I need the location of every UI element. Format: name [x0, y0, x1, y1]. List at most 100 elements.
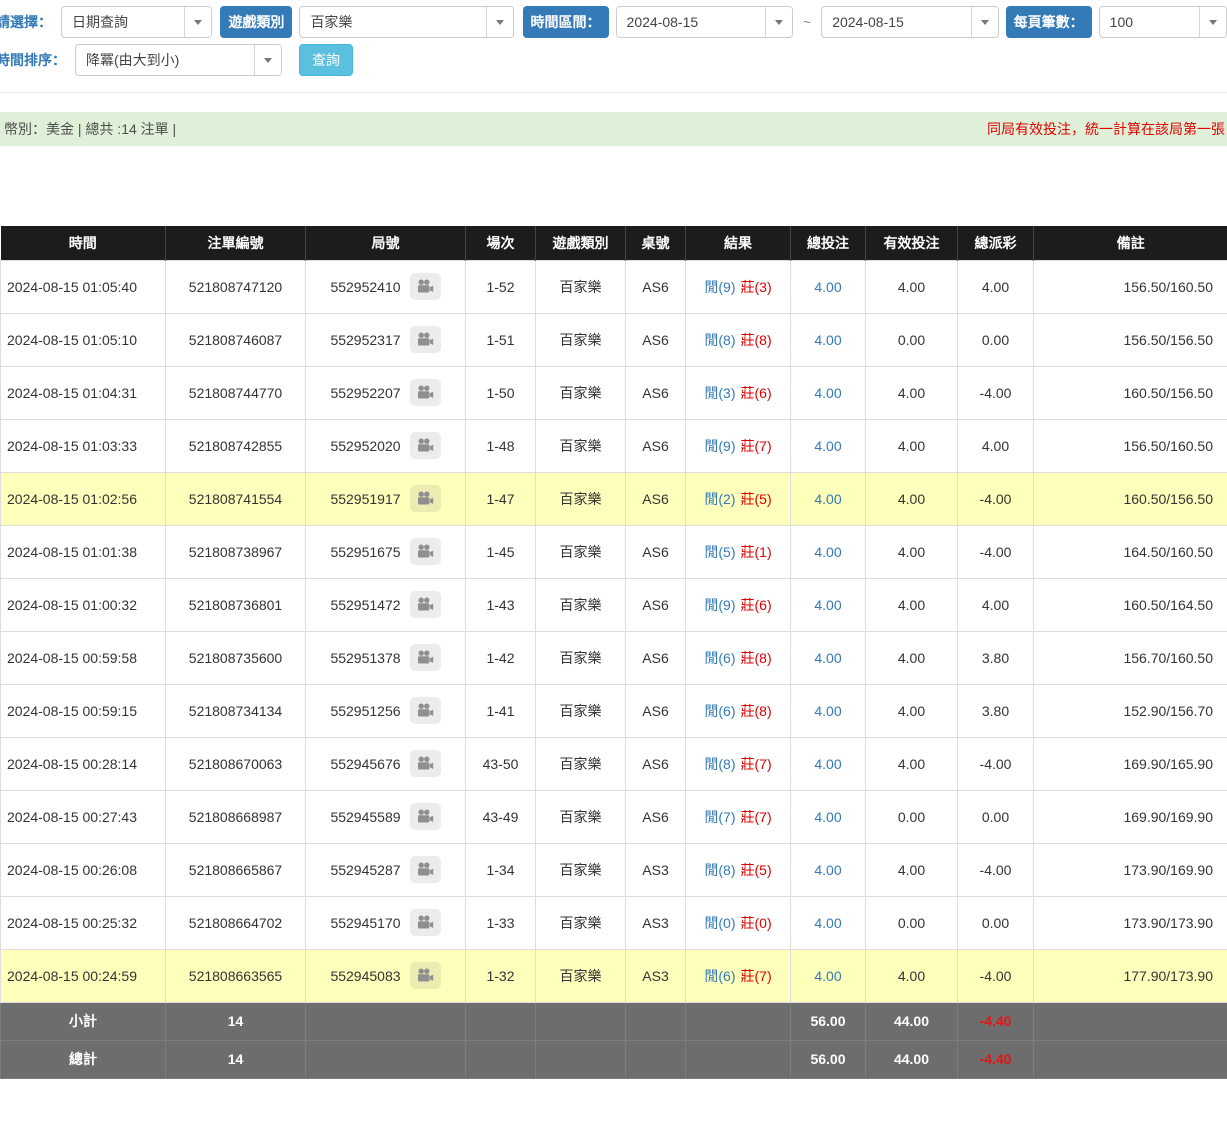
cell-session: 43-50 — [466, 737, 536, 790]
query-type-value: 日期查詢 — [62, 12, 184, 32]
cell-game-type: 百家樂 — [536, 366, 626, 419]
cell-payout: 0.00 — [958, 896, 1034, 949]
cell-total-bet[interactable]: 4.00 — [791, 843, 866, 896]
cell-round: 552945170 — [306, 896, 466, 949]
cell-session: 1-48 — [466, 419, 536, 472]
cell-result: 閒(8)莊(8) — [686, 313, 791, 366]
query-type-select[interactable]: 日期查詢 — [61, 6, 212, 38]
cell-total-bet[interactable]: 4.00 — [791, 684, 866, 737]
replay-video-icon[interactable] — [410, 273, 441, 300]
game-type-label: 遊戲類別 — [220, 6, 292, 38]
replay-video-icon[interactable] — [410, 962, 441, 989]
replay-video-icon[interactable] — [410, 379, 441, 406]
game-type-select[interactable]: 百家樂 — [299, 6, 513, 38]
per-page-select[interactable]: 100 — [1099, 6, 1227, 38]
cell-bet-id: 521808735600 — [166, 631, 306, 684]
cell-total-bet[interactable]: 4.00 — [791, 260, 866, 313]
cell-session: 1-41 — [466, 684, 536, 737]
cell-total-bet[interactable]: 4.00 — [791, 790, 866, 843]
search-button[interactable]: 查詢 — [299, 44, 353, 76]
replay-video-icon[interactable] — [410, 750, 441, 777]
cell-table: AS6 — [626, 313, 686, 366]
result-banker: 莊(8) — [741, 332, 772, 348]
cell-bet-id: 521808665867 — [166, 843, 306, 896]
cell-total-bet[interactable]: 4.00 — [791, 472, 866, 525]
cell-total-bet[interactable]: 4.00 — [791, 313, 866, 366]
result-banker: 莊(8) — [741, 650, 772, 666]
cell-game-type: 百家樂 — [536, 790, 626, 843]
cell-note: 160.50/164.50 — [1034, 578, 1227, 631]
table-row: 2024-08-15 01:02:56 521808741554 5529519… — [1, 472, 1227, 525]
cell-game-type: 百家樂 — [536, 419, 626, 472]
cell-time: 2024-08-15 00:26:08 — [1, 843, 166, 896]
cell-note: 156.50/160.50 — [1034, 260, 1227, 313]
cell-time: 2024-08-15 00:27:43 — [1, 790, 166, 843]
per-page-value: 100 — [1100, 14, 1199, 30]
cell-bet-id: 521808663565 — [166, 949, 306, 1002]
cell-valid-bet: 4.00 — [866, 525, 958, 578]
replay-video-icon[interactable] — [410, 432, 441, 459]
cell-result: 閒(9)莊(6) — [686, 578, 791, 631]
subtotal-row: 小計 14 56.00 44.00 -4.40 — [1, 1002, 1227, 1040]
replay-video-icon[interactable] — [410, 803, 441, 830]
cell-note: 173.90/169.90 — [1034, 843, 1227, 896]
cell-total-bet[interactable]: 4.00 — [791, 578, 866, 631]
table-row: 2024-08-15 00:24:59 521808663565 5529450… — [1, 949, 1227, 1002]
cell-game-type: 百家樂 — [536, 260, 626, 313]
table-row: 2024-08-15 00:59:15 521808734134 5529512… — [1, 684, 1227, 737]
cell-session: 1-42 — [466, 631, 536, 684]
cell-payout: 3.80 — [958, 631, 1034, 684]
chevron-down-icon — [184, 7, 211, 37]
header-note: 備註 — [1034, 226, 1227, 260]
replay-video-icon[interactable] — [410, 591, 441, 618]
table-row: 2024-08-15 01:05:40 521808747120 5529524… — [1, 260, 1227, 313]
cell-total-bet[interactable]: 4.00 — [791, 366, 866, 419]
cell-game-type: 百家樂 — [536, 737, 626, 790]
cell-payout: -4.00 — [958, 949, 1034, 1002]
replay-video-icon[interactable] — [410, 644, 441, 671]
header-table: 桌號 — [626, 226, 686, 260]
cell-total-bet[interactable]: 4.00 — [791, 949, 866, 1002]
cell-round: 552951256 — [306, 684, 466, 737]
round-number: 552945083 — [330, 968, 400, 984]
replay-video-icon[interactable] — [410, 856, 441, 883]
replay-video-icon[interactable] — [410, 326, 441, 353]
cell-table: AS3 — [626, 843, 686, 896]
cell-game-type: 百家樂 — [536, 313, 626, 366]
cell-total-bet[interactable]: 4.00 — [791, 525, 866, 578]
filter-bar: 請選擇： 日期查詢 遊戲類別 百家樂 時間區間： 2024-08-15 ~ 20… — [0, 0, 1227, 93]
replay-video-icon[interactable] — [410, 697, 441, 724]
cell-total-bet[interactable]: 4.00 — [791, 419, 866, 472]
replay-video-icon[interactable] — [410, 909, 441, 936]
date-range-separator: ~ — [800, 14, 814, 30]
sort-order-select[interactable]: 降冪(由大到小) — [75, 44, 282, 76]
header-valid-bet: 有效投注 — [866, 226, 958, 260]
sort-order-value: 降冪(由大到小) — [76, 50, 254, 70]
header-round: 局號 — [306, 226, 466, 260]
round-number: 552945170 — [330, 915, 400, 931]
cell-total-bet[interactable]: 4.00 — [791, 896, 866, 949]
cell-result: 閒(6)莊(7) — [686, 949, 791, 1002]
replay-video-icon[interactable] — [410, 485, 441, 512]
cell-note: 164.50/160.50 — [1034, 525, 1227, 578]
cell-result: 閒(8)莊(5) — [686, 843, 791, 896]
cell-valid-bet: 4.00 — [866, 366, 958, 419]
cell-round: 552951378 — [306, 631, 466, 684]
date-to-select[interactable]: 2024-08-15 — [821, 6, 998, 38]
result-banker: 莊(8) — [741, 703, 772, 719]
cell-total-bet[interactable]: 4.00 — [791, 631, 866, 684]
cell-valid-bet: 0.00 — [866, 313, 958, 366]
result-player: 閒(2) — [704, 491, 735, 507]
cell-total-bet[interactable]: 4.00 — [791, 737, 866, 790]
table-row: 2024-08-15 00:25:32 521808664702 5529451… — [1, 896, 1227, 949]
round-number: 552951378 — [330, 650, 400, 666]
sort-label: 時間排序： — [0, 50, 68, 70]
table-row: 2024-08-15 01:04:31 521808744770 5529522… — [1, 366, 1227, 419]
round-number: 552952410 — [330, 279, 400, 295]
cell-valid-bet: 0.00 — [866, 896, 958, 949]
cell-time: 2024-08-15 00:25:32 — [1, 896, 166, 949]
replay-video-icon[interactable] — [410, 538, 441, 565]
date-from-select[interactable]: 2024-08-15 — [616, 6, 793, 38]
filter-row-2: 時間排序： 降冪(由大到小) 查詢 — [0, 44, 1227, 76]
cell-payout: -4.00 — [958, 525, 1034, 578]
